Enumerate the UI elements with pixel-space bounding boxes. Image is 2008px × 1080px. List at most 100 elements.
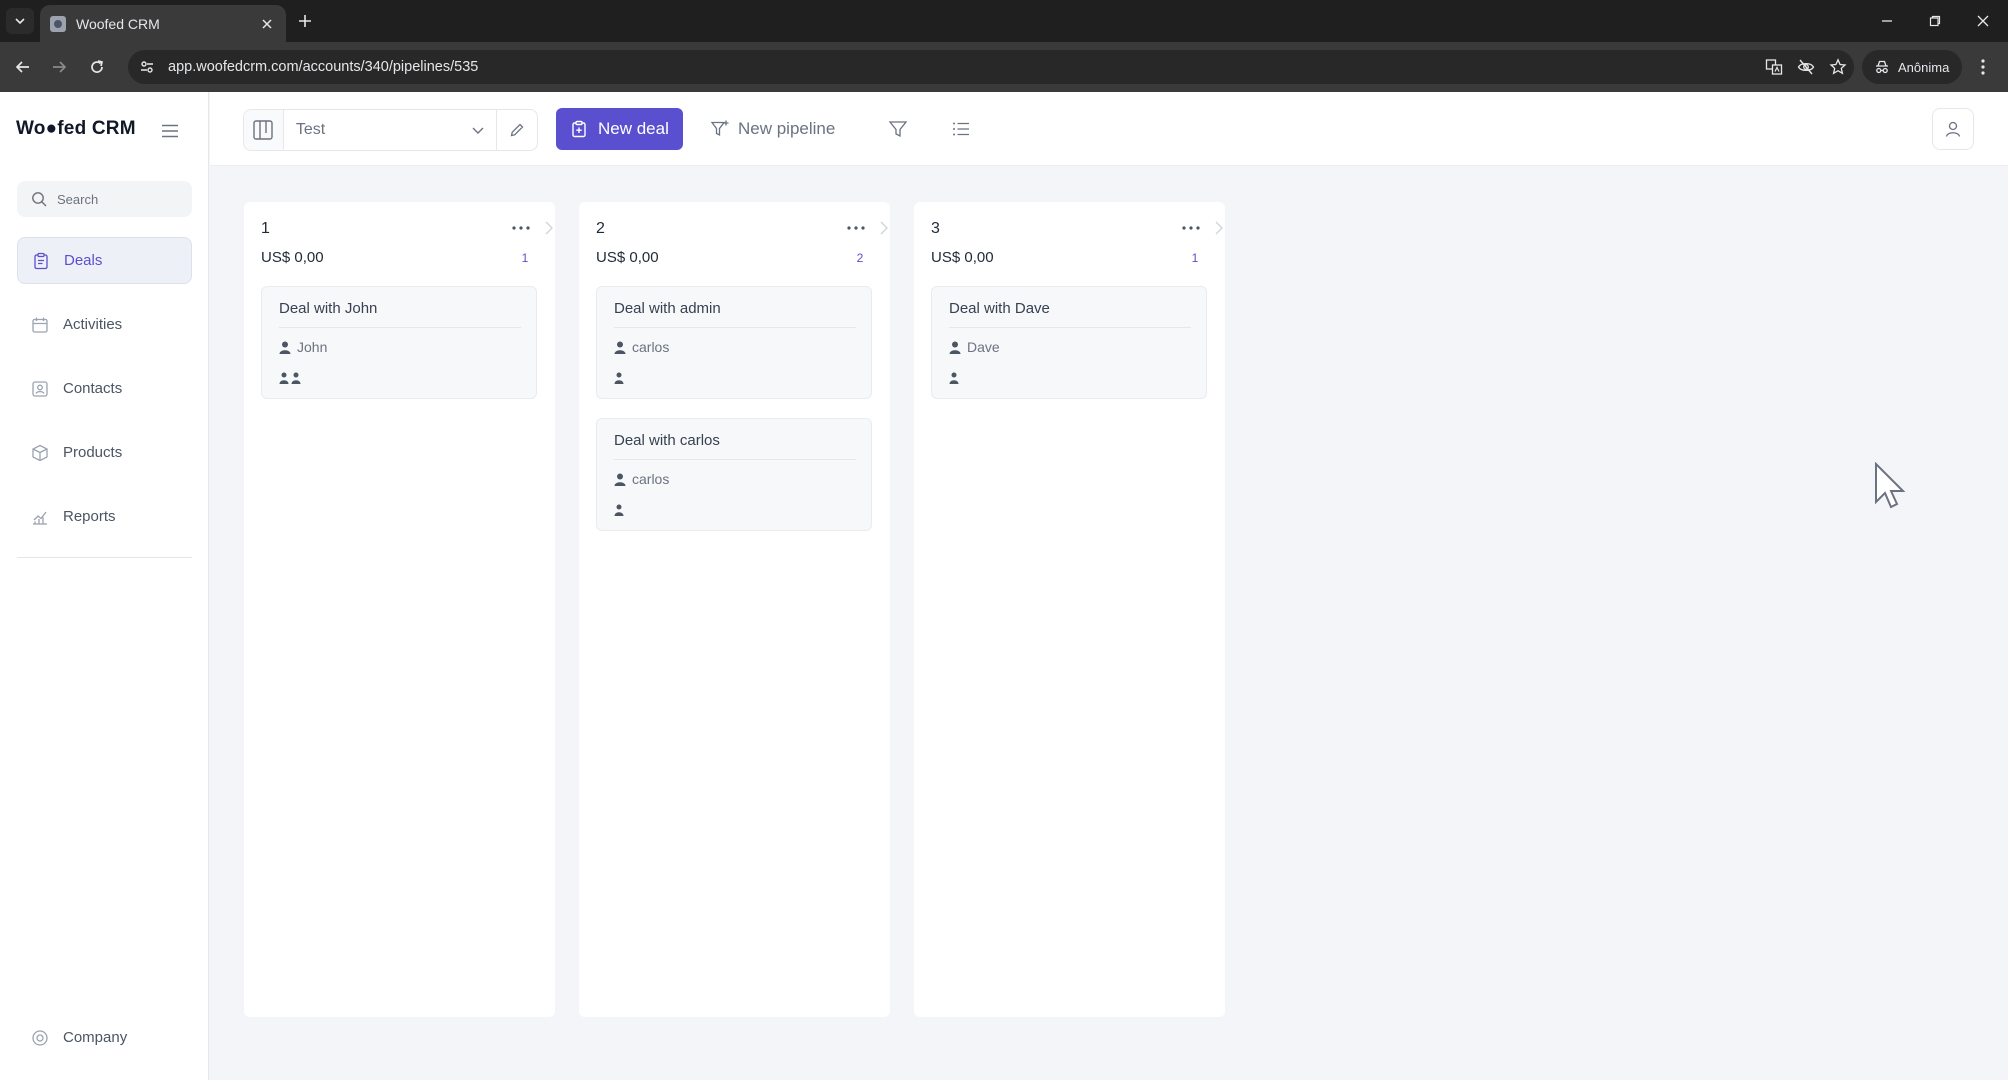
person-icon (949, 341, 961, 354)
bookmark-star-icon[interactable] (1822, 54, 1854, 80)
browser-toolbar: app.woofedcrm.com/accounts/340/pipelines… (0, 42, 2008, 92)
profile-label: Anônima (1898, 59, 1950, 75)
sidebar-item-products[interactable]: Products (17, 429, 192, 476)
card-divider (279, 327, 521, 328)
new-pipeline-button[interactable]: New pipeline (710, 108, 835, 150)
hamburger-menu-icon[interactable] (156, 118, 184, 144)
browser-menu-icon[interactable] (1970, 54, 1996, 80)
app-logo[interactable]: Wo●fed CRM (16, 118, 136, 140)
sidebar-item-deals[interactable]: Deals (17, 237, 192, 284)
new-tab-icon[interactable] (294, 10, 316, 32)
user-icon (949, 372, 959, 384)
filter-icon[interactable] (884, 115, 912, 143)
assigned-users (614, 504, 624, 516)
chevron-right-icon (877, 219, 891, 237)
more-options-icon[interactable] (510, 220, 532, 236)
user-icon (614, 504, 624, 516)
card-divider (949, 327, 1191, 328)
back-arrow-icon[interactable] (10, 54, 36, 80)
deal-contact: carlos (614, 339, 669, 355)
stage-amount: US$ 0,00 (931, 249, 994, 266)
pipeline-select[interactable]: Test (284, 110, 498, 150)
tab-search-button[interactable] (6, 8, 34, 34)
user-icon (1945, 121, 1961, 137)
user-icon (614, 372, 624, 384)
more-options-icon[interactable] (1180, 220, 1202, 236)
clipboard-plus-icon (572, 120, 586, 138)
sidebar-item-label: Products (63, 444, 123, 461)
browser-tab[interactable]: Woofed CRM (40, 5, 286, 42)
chart-icon (33, 511, 47, 525)
clipboard-icon (34, 252, 48, 269)
deal-card[interactable]: Deal with John John (261, 286, 537, 399)
chevron-right-icon (542, 219, 556, 237)
pipeline-select-value: Test (295, 121, 326, 138)
site-info-icon[interactable] (134, 54, 160, 80)
contact-name: Dave (967, 339, 1000, 355)
sidebar-item-reports[interactable]: Reports (17, 493, 192, 540)
contact-card-icon (32, 380, 48, 397)
user-menu-button[interactable] (1932, 108, 1974, 150)
chevron-right-icon (1212, 219, 1226, 237)
person-icon (279, 341, 291, 354)
sidebar-item-activities[interactable]: Activities (17, 301, 192, 348)
pipeline-selector-group: Test (243, 109, 538, 151)
filter-plus-icon (710, 120, 729, 137)
deal-contact: John (279, 339, 327, 355)
search-box[interactable] (17, 181, 192, 217)
sidebar: Wo●fed CRM Deals Activities Contacts Pro… (0, 92, 209, 1080)
new-deal-button[interactable]: New deal (556, 108, 683, 150)
address-bar[interactable]: app.woofedcrm.com/accounts/340/pipelines… (128, 50, 1854, 84)
deal-card[interactable]: Deal with carlos carlos (596, 418, 872, 531)
new-pipeline-label: New pipeline (738, 119, 836, 138)
mouse-cursor-icon (1872, 462, 1906, 510)
stage-deal-count: 1 (521, 251, 529, 265)
stage-deal-count: 2 (856, 251, 864, 265)
top-toolbar: Test New deal New pipeline (210, 92, 2008, 166)
pipeline-stage-column: 3 US$ 0,00 1 Deal with Dave Dave (914, 202, 1225, 1017)
incognito-profile-button[interactable]: Anônima (1862, 50, 1962, 84)
card-divider (614, 327, 856, 328)
sidebar-item-company[interactable]: Company (17, 1014, 192, 1061)
close-tab-icon[interactable] (258, 15, 276, 33)
kanban-view-icon[interactable] (244, 110, 284, 150)
sidebar-item-label: Reports (63, 508, 116, 525)
pipeline-stage-column: 2 US$ 0,00 2 Deal with admin carlos Deal… (579, 202, 890, 1017)
stage-name: 2 (596, 220, 605, 237)
url-text[interactable]: app.woofedcrm.com/accounts/340/pipelines… (168, 59, 1758, 75)
stage-name: 1 (261, 220, 270, 237)
deal-title: Deal with carlos (614, 432, 720, 449)
sidebar-item-contacts[interactable]: Contacts (17, 365, 192, 412)
sidebar-item-label: Company (63, 1029, 128, 1046)
browser-tab-strip: Woofed CRM (0, 0, 2008, 42)
incognito-icon (1876, 60, 1888, 74)
translate-icon[interactable] (1758, 54, 1790, 80)
sidebar-item-label: Activities (63, 316, 123, 333)
search-input[interactable] (57, 191, 177, 207)
forward-arrow-icon[interactable] (46, 54, 72, 80)
assigned-users (614, 372, 624, 384)
stage-amount: US$ 0,00 (596, 249, 659, 266)
deal-contact: Dave (949, 339, 1000, 355)
new-deal-label: New deal (598, 119, 669, 138)
chevron-down-icon (472, 127, 484, 134)
tab-title: Woofed CRM (76, 15, 160, 32)
deal-title: Deal with Dave (949, 300, 1050, 317)
stage-amount: US$ 0,00 (261, 249, 324, 266)
sidebar-item-label: Deals (64, 252, 103, 269)
favicon-icon (50, 15, 66, 32)
pipeline-stage-column: 1 US$ 0,00 1 Deal with John John (244, 202, 555, 1017)
deal-contact: carlos (614, 471, 669, 487)
list-view-icon[interactable] (947, 115, 975, 143)
more-options-icon[interactable] (845, 220, 867, 236)
eye-off-icon[interactable] (1790, 54, 1822, 80)
contact-name: John (297, 339, 328, 355)
box-icon (32, 444, 48, 461)
close-window-icon[interactable] (1960, 8, 2006, 34)
minimize-icon[interactable] (1864, 8, 1910, 34)
restore-icon[interactable] (1912, 8, 1958, 34)
reload-icon[interactable] (84, 54, 110, 80)
deal-card[interactable]: Deal with admin carlos (596, 286, 872, 399)
deal-card[interactable]: Deal with Dave Dave (931, 286, 1207, 399)
edit-pipeline-icon[interactable] (497, 110, 537, 150)
